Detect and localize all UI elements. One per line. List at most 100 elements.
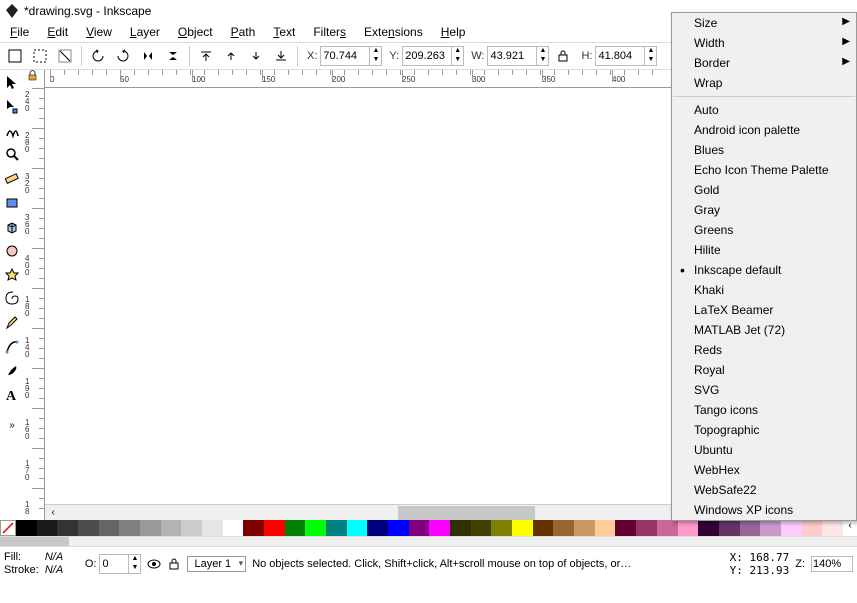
menu-filters[interactable]: Filters (307, 23, 352, 41)
menu-extensions[interactable]: Extensions (358, 23, 429, 41)
layer-selector[interactable]: Layer 1 (187, 556, 246, 572)
menu-item-palette[interactable]: Inkscape default (672, 260, 856, 280)
up-icon[interactable]: ▲ (128, 555, 140, 564)
menu-help[interactable]: Help (435, 23, 472, 41)
swatch[interactable] (491, 520, 512, 536)
menu-item-palette[interactable]: Tango icons (672, 400, 856, 420)
menu-item-palette[interactable]: Blues (672, 140, 856, 160)
lock-aspect-button[interactable] (552, 45, 574, 67)
menu-edit[interactable]: Edit (41, 23, 74, 41)
tweak-tool[interactable] (2, 120, 22, 142)
down-icon[interactable]: ▼ (536, 56, 548, 65)
swatch[interactable] (119, 520, 140, 536)
swatch[interactable] (99, 520, 120, 536)
menu-item-palette[interactable]: SVG (672, 380, 856, 400)
select-all-layers-button[interactable] (29, 45, 51, 67)
w-spinner[interactable]: ▲▼ (487, 46, 549, 66)
pencil-tool[interactable] (2, 312, 22, 334)
menu-item-palette[interactable]: Android icon palette (672, 120, 856, 140)
down-icon[interactable]: ▼ (451, 56, 463, 65)
down-icon[interactable]: ▼ (369, 56, 381, 65)
zoom-input[interactable] (811, 556, 853, 572)
opacity-input[interactable] (100, 557, 128, 571)
swatch[interactable] (740, 520, 761, 536)
swatch[interactable] (595, 520, 616, 536)
h-input[interactable] (596, 49, 644, 63)
swatch[interactable] (429, 520, 450, 536)
menu-item-palette[interactable]: Hilite (672, 240, 856, 260)
swatch[interactable] (264, 520, 285, 536)
x-input[interactable] (321, 49, 369, 63)
menu-item-palette[interactable]: WebSafe22 (672, 480, 856, 500)
raise-to-top-button[interactable] (195, 45, 217, 67)
menu-item-palette[interactable]: Gray (672, 200, 856, 220)
menu-item-palette[interactable]: LaTeX Beamer (672, 300, 856, 320)
flip-v-button[interactable] (162, 45, 184, 67)
swatch[interactable] (140, 520, 161, 536)
bezier-tool[interactable] (2, 336, 22, 358)
menu-file[interactable]: File (4, 23, 35, 41)
stroke-value[interactable]: N/A (45, 564, 79, 577)
menu-item-size[interactable]: Size▶ (672, 13, 856, 33)
up-icon[interactable]: ▲ (644, 47, 656, 56)
swatch[interactable] (223, 520, 244, 536)
swatch[interactable] (781, 520, 802, 536)
more-tools-icon[interactable]: » (2, 414, 22, 436)
scroll-left-icon[interactable]: ‹ (45, 507, 61, 518)
raise-button[interactable] (220, 45, 242, 67)
menu-item-palette[interactable]: Khaki (672, 280, 856, 300)
swatch[interactable] (78, 520, 99, 536)
lock-guides-icon[interactable] (27, 70, 38, 84)
menu-item-wrap[interactable]: Wrap (672, 73, 856, 93)
swatch[interactable] (450, 520, 471, 536)
swatch[interactable] (326, 520, 347, 536)
up-icon[interactable]: ▲ (536, 47, 548, 56)
swatch[interactable] (512, 520, 533, 536)
text-tool[interactable]: A (2, 384, 22, 406)
swatch[interactable] (802, 520, 823, 536)
flip-h-button[interactable] (137, 45, 159, 67)
menu-item-palette[interactable]: Greens (672, 220, 856, 240)
swatch[interactable] (678, 520, 699, 536)
menu-item-palette[interactable]: Topographic (672, 420, 856, 440)
w-input[interactable] (488, 49, 536, 63)
selector-tool[interactable] (2, 72, 22, 94)
swatch[interactable] (615, 520, 636, 536)
ellipse-tool[interactable] (2, 240, 22, 262)
rectangle-tool[interactable] (2, 192, 22, 214)
palette-menu-icon[interactable]: ‹ (843, 520, 857, 536)
ruler-vertical[interactable]: 24028032036040018014019016017018 (24, 70, 45, 520)
swatch[interactable] (822, 520, 843, 536)
swatch[interactable] (471, 520, 492, 536)
measure-tool[interactable] (2, 168, 22, 190)
menu-view[interactable]: View (80, 23, 118, 41)
fill-value[interactable]: N/A (45, 551, 79, 564)
swatch[interactable] (181, 520, 202, 536)
swatch[interactable] (698, 520, 719, 536)
swatch[interactable] (719, 520, 740, 536)
swatch[interactable] (388, 520, 409, 536)
node-tool[interactable] (2, 96, 22, 118)
swatch[interactable] (202, 520, 223, 536)
palette-scroll-thumb[interactable] (0, 537, 69, 546)
up-icon[interactable]: ▲ (451, 47, 463, 56)
swatch[interactable] (305, 520, 326, 536)
zoom-tool[interactable] (2, 144, 22, 166)
menu-item-palette[interactable]: Auto (672, 100, 856, 120)
menu-item-palette[interactable]: Reds (672, 340, 856, 360)
deselect-button[interactable] (54, 45, 76, 67)
y-spinner[interactable]: ▲▼ (402, 46, 464, 66)
x-spinner[interactable]: ▲▼ (320, 46, 382, 66)
swatch[interactable] (760, 520, 781, 536)
layer-visibility-icon[interactable] (147, 557, 161, 571)
swatch[interactable] (16, 520, 37, 536)
spiral-tool[interactable] (2, 288, 22, 310)
menu-text[interactable]: Text (267, 23, 301, 41)
scroll-thumb[interactable] (398, 506, 536, 520)
select-all-button[interactable] (4, 45, 26, 67)
menu-item-palette[interactable]: Windows XP icons (672, 500, 856, 520)
menu-item-palette[interactable]: MATLAB Jet (72) (672, 320, 856, 340)
palette-scrollbar[interactable] (0, 536, 857, 546)
menu-item-width[interactable]: Width▶ (672, 33, 856, 53)
star-tool[interactable] (2, 264, 22, 286)
